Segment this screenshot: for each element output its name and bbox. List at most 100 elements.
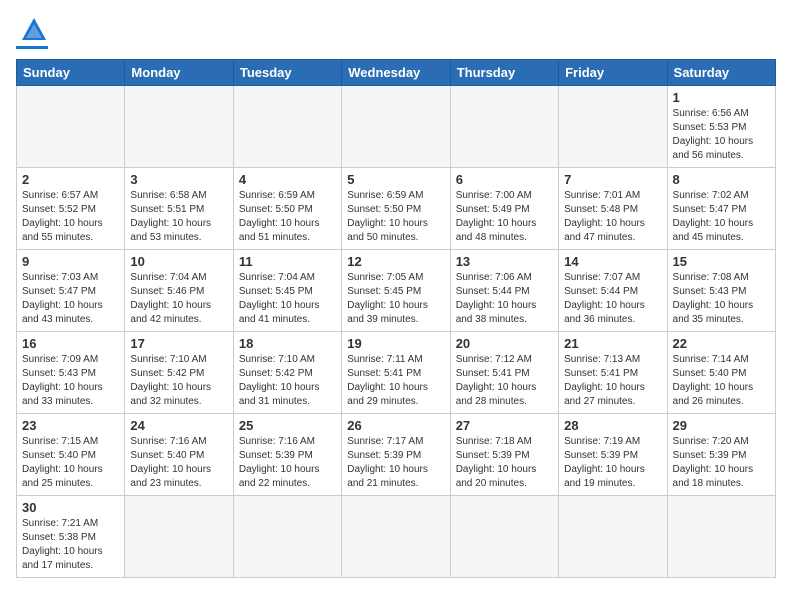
calendar-cell: 16Sunrise: 7:09 AM Sunset: 5:43 PM Dayli… [17, 332, 125, 414]
calendar-cell: 12 Sunrise: 7:05 AM Sunset: 5:45 PM Dayli… [342, 250, 450, 332]
day-info: Sunrise: 7:09 AM Sunset: 5:43 PM Dayligh… [22, 353, 119, 409]
calendar-cell: 4 Sunrise: 6:59 AM Sunset: 5:50 PM Daylig… [233, 168, 341, 250]
day-info: Sunrise: 6:56 AM Sunset: 5:53 PM Dayligh… [673, 107, 770, 163]
day-number: 30 [22, 500, 119, 515]
calendar-cell [342, 86, 450, 168]
header [16, 16, 776, 49]
calendar-cell: 29Sunrise: 7:20 AM Sunset: 5:39 PM Dayli… [667, 414, 775, 496]
day-info: Sunrise: 7:05 AM Sunset: 5:45 PM Dayligh… [347, 271, 444, 327]
day-number: 14 [564, 254, 661, 269]
calendar-cell [125, 496, 233, 578]
calendar-cell [450, 86, 558, 168]
calendar-cell [125, 86, 233, 168]
day-number: 23 [22, 418, 119, 433]
day-number: 9 [22, 254, 119, 269]
day-info: Sunrise: 7:12 AM Sunset: 5:41 PM Dayligh… [456, 353, 553, 409]
day-info: Sunrise: 7:02 AM Sunset: 5:47 PM Dayligh… [673, 189, 770, 245]
calendar-cell [667, 496, 775, 578]
calendar-cell [233, 496, 341, 578]
day-number: 25 [239, 418, 336, 433]
calendar-cell: 28Sunrise: 7:19 AM Sunset: 5:39 PM Dayli… [559, 414, 667, 496]
day-info: Sunrise: 7:11 AM Sunset: 5:41 PM Dayligh… [347, 353, 444, 409]
day-info: Sunrise: 6:59 AM Sunset: 5:50 PM Dayligh… [347, 189, 444, 245]
day-number: 28 [564, 418, 661, 433]
day-info: Sunrise: 7:03 AM Sunset: 5:47 PM Dayligh… [22, 271, 119, 327]
logo-icon [20, 16, 48, 44]
day-info: Sunrise: 7:14 AM Sunset: 5:40 PM Dayligh… [673, 353, 770, 409]
day-info: Sunrise: 7:18 AM Sunset: 5:39 PM Dayligh… [456, 435, 553, 491]
weekday-header-monday: Monday [125, 60, 233, 86]
calendar-cell: 15 Sunrise: 7:08 AM Sunset: 5:43 PM Dayli… [667, 250, 775, 332]
day-number: 12 [347, 254, 444, 269]
calendar-cell: 7 Sunrise: 7:01 AM Sunset: 5:48 PM Daylig… [559, 168, 667, 250]
day-info: Sunrise: 7:04 AM Sunset: 5:45 PM Dayligh… [239, 271, 336, 327]
day-number: 2 [22, 172, 119, 187]
day-number: 19 [347, 336, 444, 351]
calendar-cell: 8 Sunrise: 7:02 AM Sunset: 5:47 PM Daylig… [667, 168, 775, 250]
weekday-header-row: SundayMondayTuesdayWednesdayThursdayFrid… [17, 60, 776, 86]
calendar-cell: 24Sunrise: 7:16 AM Sunset: 5:40 PM Dayli… [125, 414, 233, 496]
day-number: 10 [130, 254, 227, 269]
calendar-cell [17, 86, 125, 168]
week-row-1: 1 Sunrise: 6:56 AM Sunset: 5:53 PM Daylig… [17, 86, 776, 168]
calendar-cell: 26 Sunrise: 7:17 AM Sunset: 5:39 PM Dayli… [342, 414, 450, 496]
day-info: Sunrise: 7:04 AM Sunset: 5:46 PM Dayligh… [130, 271, 227, 327]
day-number: 5 [347, 172, 444, 187]
day-info: Sunrise: 7:13 AM Sunset: 5:41 PM Dayligh… [564, 353, 661, 409]
day-info: Sunrise: 6:59 AM Sunset: 5:50 PM Dayligh… [239, 189, 336, 245]
day-info: Sunrise: 7:00 AM Sunset: 5:49 PM Dayligh… [456, 189, 553, 245]
day-number: 18 [239, 336, 336, 351]
weekday-header-thursday: Thursday [450, 60, 558, 86]
calendar-cell: 25 Sunrise: 7:16 AM Sunset: 5:39 PM Dayli… [233, 414, 341, 496]
calendar-cell: 19 Sunrise: 7:11 AM Sunset: 5:41 PM Dayli… [342, 332, 450, 414]
week-row-4: 16Sunrise: 7:09 AM Sunset: 5:43 PM Dayli… [17, 332, 776, 414]
week-row-2: 2 Sunrise: 6:57 AM Sunset: 5:52 PM Daylig… [17, 168, 776, 250]
day-number: 17 [130, 336, 227, 351]
day-number: 3 [130, 172, 227, 187]
day-number: 22 [673, 336, 770, 351]
weekday-header-sunday: Sunday [17, 60, 125, 86]
calendar-cell: 11Sunrise: 7:04 AM Sunset: 5:45 PM Dayli… [233, 250, 341, 332]
day-number: 15 [673, 254, 770, 269]
calendar-cell: 21 Sunrise: 7:13 AM Sunset: 5:41 PM Dayli… [559, 332, 667, 414]
day-info: Sunrise: 7:08 AM Sunset: 5:43 PM Dayligh… [673, 271, 770, 327]
calendar-cell: 18 Sunrise: 7:10 AM Sunset: 5:42 PM Dayli… [233, 332, 341, 414]
calendar-cell: 22 Sunrise: 7:14 AM Sunset: 5:40 PM Dayli… [667, 332, 775, 414]
day-info: Sunrise: 7:10 AM Sunset: 5:42 PM Dayligh… [239, 353, 336, 409]
calendar: SundayMondayTuesdayWednesdayThursdayFrid… [16, 59, 776, 578]
day-info: Sunrise: 6:58 AM Sunset: 5:51 PM Dayligh… [130, 189, 227, 245]
calendar-cell: 30Sunrise: 7:21 AM Sunset: 5:38 PM Dayli… [17, 496, 125, 578]
day-number: 1 [673, 90, 770, 105]
day-number: 21 [564, 336, 661, 351]
calendar-cell [559, 86, 667, 168]
calendar-cell: 23Sunrise: 7:15 AM Sunset: 5:40 PM Dayli… [17, 414, 125, 496]
day-info: Sunrise: 7:07 AM Sunset: 5:44 PM Dayligh… [564, 271, 661, 327]
calendar-cell: 27 Sunrise: 7:18 AM Sunset: 5:39 PM Dayli… [450, 414, 558, 496]
calendar-cell [559, 496, 667, 578]
calendar-cell: 5 Sunrise: 6:59 AM Sunset: 5:50 PM Daylig… [342, 168, 450, 250]
day-info: Sunrise: 7:16 AM Sunset: 5:39 PM Dayligh… [239, 435, 336, 491]
day-info: Sunrise: 6:57 AM Sunset: 5:52 PM Dayligh… [22, 189, 119, 245]
day-number: 8 [673, 172, 770, 187]
day-info: Sunrise: 7:20 AM Sunset: 5:39 PM Dayligh… [673, 435, 770, 491]
weekday-header-saturday: Saturday [667, 60, 775, 86]
day-number: 26 [347, 418, 444, 433]
calendar-cell: 2 Sunrise: 6:57 AM Sunset: 5:52 PM Daylig… [17, 168, 125, 250]
day-number: 4 [239, 172, 336, 187]
day-number: 13 [456, 254, 553, 269]
day-info: Sunrise: 7:16 AM Sunset: 5:40 PM Dayligh… [130, 435, 227, 491]
calendar-cell: 17Sunrise: 7:10 AM Sunset: 5:42 PM Dayli… [125, 332, 233, 414]
day-number: 7 [564, 172, 661, 187]
week-row-3: 9 Sunrise: 7:03 AM Sunset: 5:47 PM Daylig… [17, 250, 776, 332]
day-number: 27 [456, 418, 553, 433]
calendar-cell [342, 496, 450, 578]
week-row-5: 23Sunrise: 7:15 AM Sunset: 5:40 PM Dayli… [17, 414, 776, 496]
day-info: Sunrise: 7:06 AM Sunset: 5:44 PM Dayligh… [456, 271, 553, 327]
day-info: Sunrise: 7:17 AM Sunset: 5:39 PM Dayligh… [347, 435, 444, 491]
calendar-cell [233, 86, 341, 168]
logo-underline [16, 46, 48, 49]
calendar-cell: 9 Sunrise: 7:03 AM Sunset: 5:47 PM Daylig… [17, 250, 125, 332]
calendar-cell: 14 Sunrise: 7:07 AM Sunset: 5:44 PM Dayli… [559, 250, 667, 332]
day-info: Sunrise: 7:01 AM Sunset: 5:48 PM Dayligh… [564, 189, 661, 245]
weekday-header-tuesday: Tuesday [233, 60, 341, 86]
